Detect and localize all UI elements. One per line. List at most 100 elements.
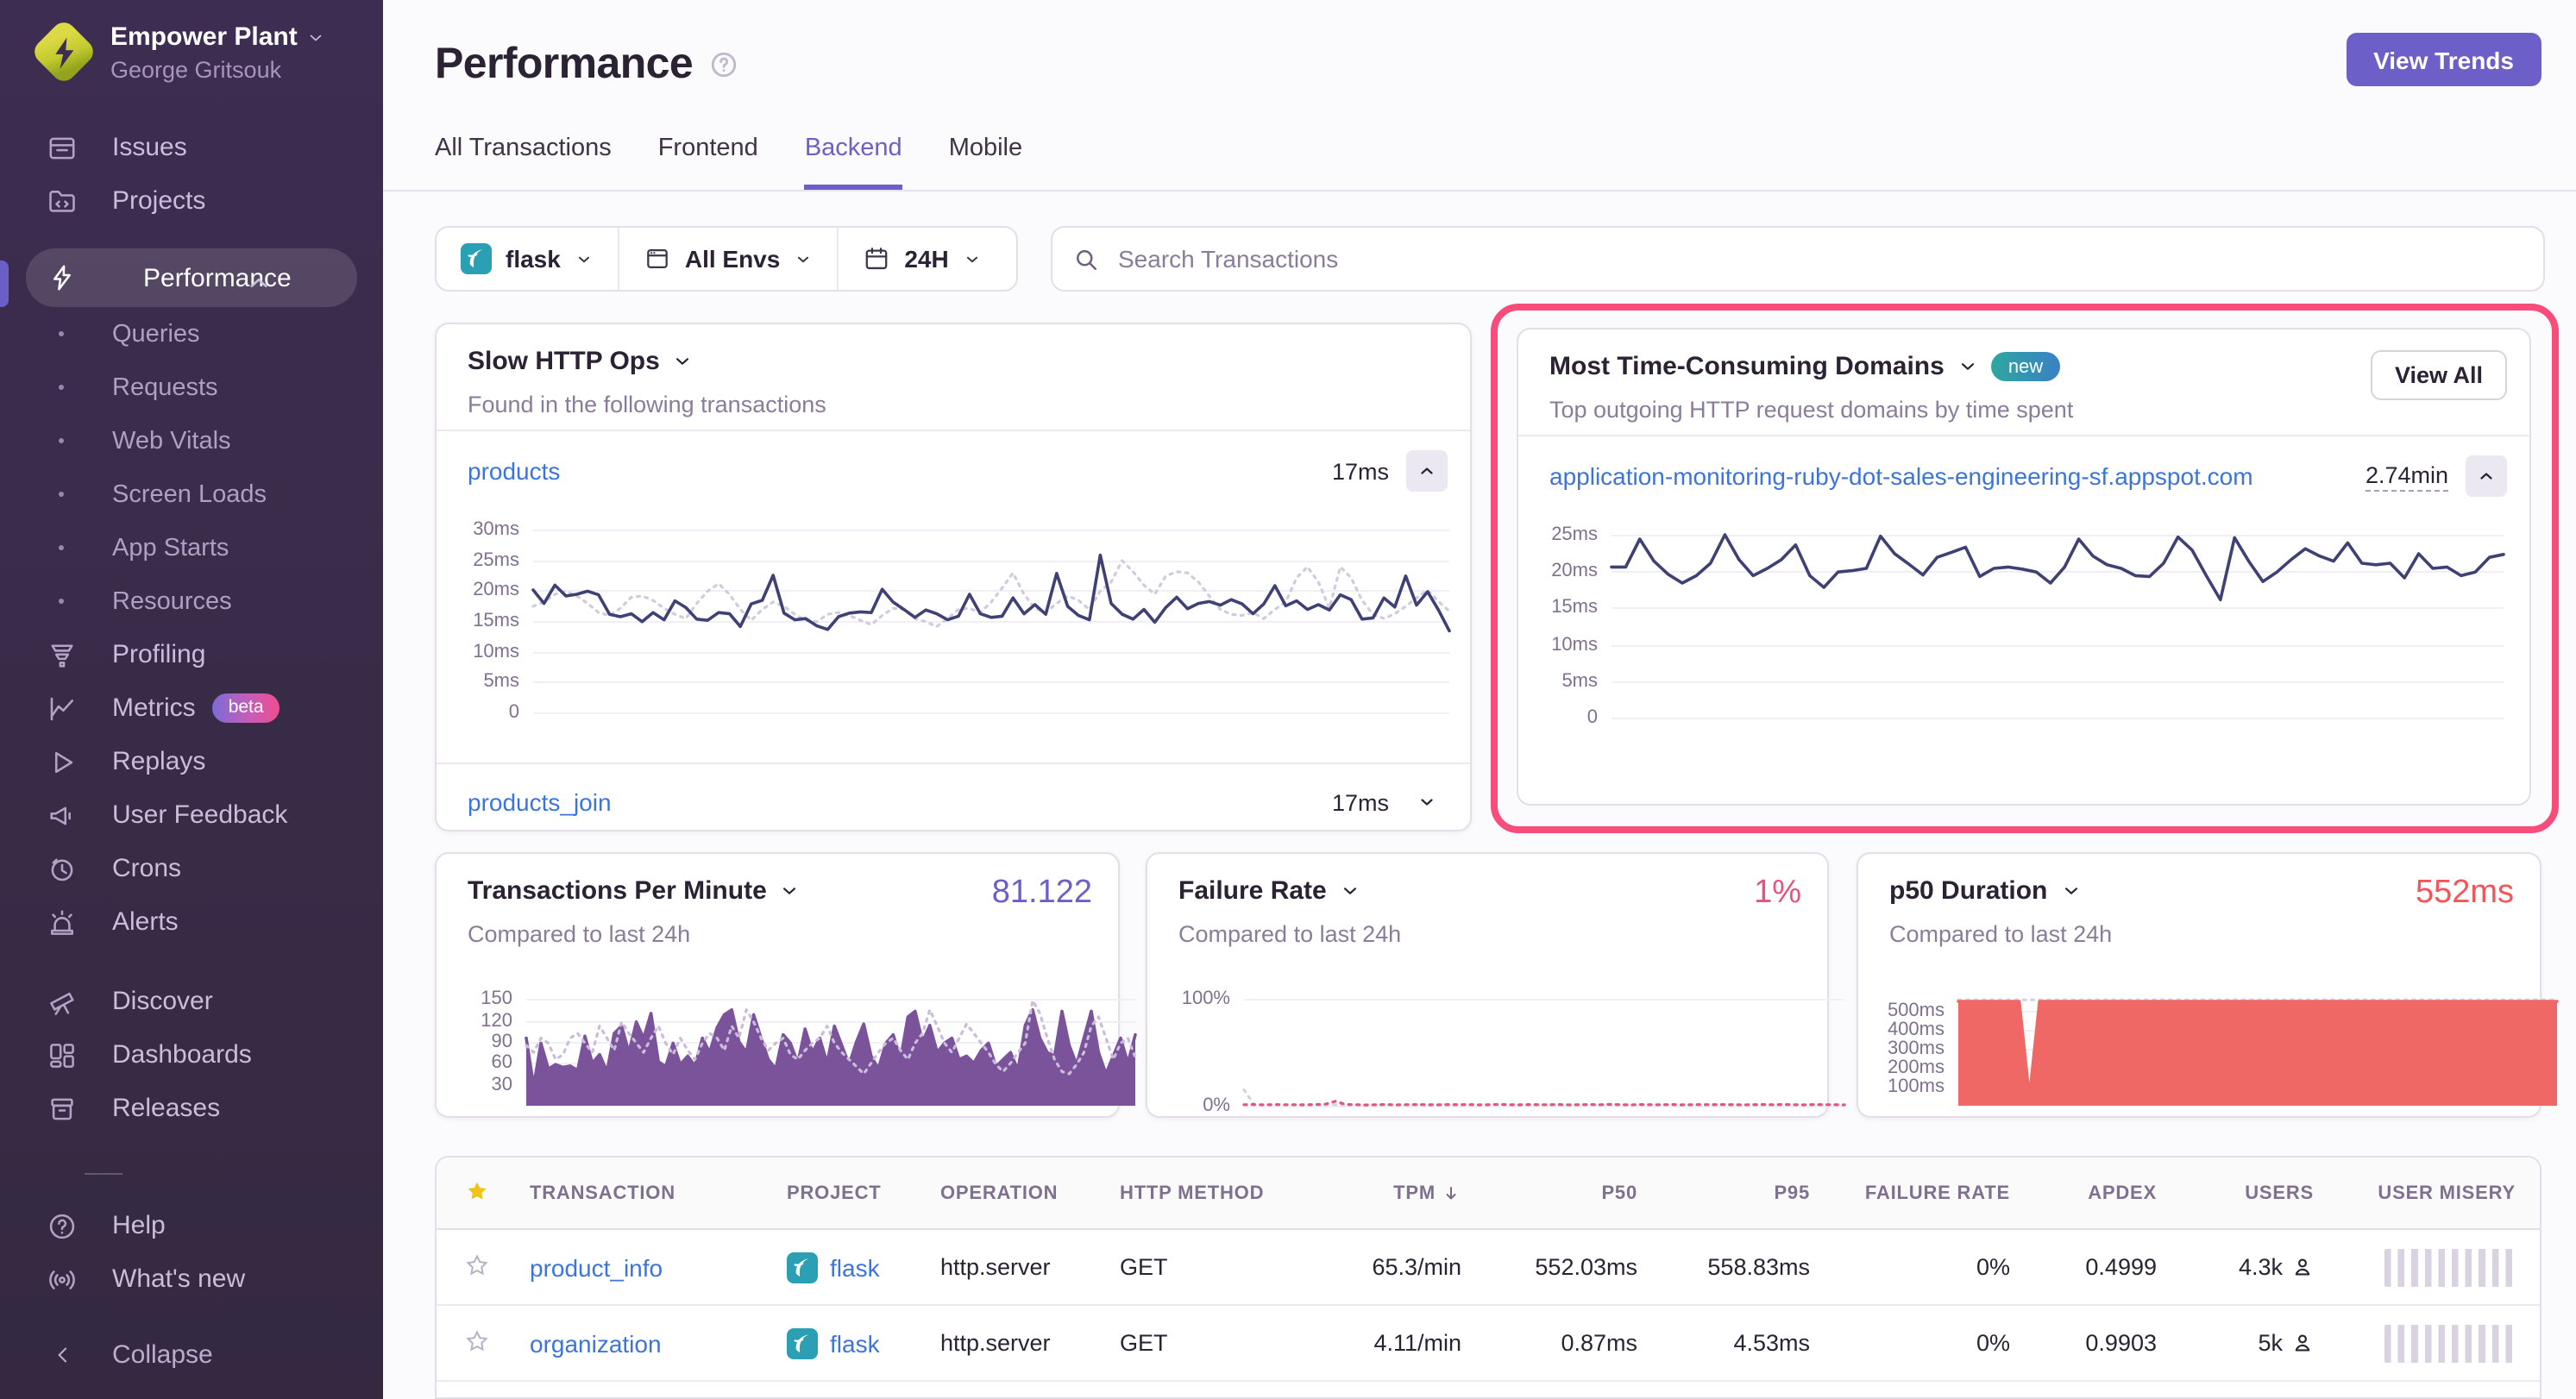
- slow-http-ops-panel: Slow HTTP Ops Found in the following tra…: [435, 323, 1472, 831]
- column-header-operation[interactable]: OPERATION: [940, 1183, 1120, 1203]
- sidebar-item-app-starts[interactable]: App Starts: [0, 521, 383, 574]
- p95-cell: 558.83ms: [1637, 1254, 1810, 1280]
- column-header-tpm[interactable]: TPM: [1313, 1183, 1461, 1203]
- sidebar-item-issues[interactable]: Issues: [0, 121, 383, 174]
- sidebar-item-help[interactable]: Help: [0, 1199, 383, 1252]
- sidebar-item-performance[interactable]: Performance: [0, 248, 383, 307]
- y-axis-tick: 400ms: [1888, 1019, 1945, 1040]
- person-icon: [2291, 1256, 2314, 1278]
- sidebar-item-alerts[interactable]: Alerts: [0, 895, 383, 949]
- star-outline-icon: [464, 1252, 490, 1277]
- apdex-cell: 0.4999: [2010, 1254, 2157, 1280]
- sidebar-item-projects[interactable]: Projects: [0, 174, 383, 228]
- column-header-star: [464, 1177, 530, 1208]
- divider: [1518, 435, 2529, 436]
- tab-frontend[interactable]: Frontend: [658, 135, 758, 190]
- transaction-link[interactable]: products_join: [468, 788, 612, 816]
- chevron-up-icon: [1417, 461, 1437, 481]
- transactions-per-minute-card: Transactions Per Minute 81.122 Compared …: [435, 852, 1120, 1118]
- sidebar-item-crons[interactable]: Crons: [0, 842, 383, 895]
- bullet-dot: [59, 385, 64, 390]
- flask-project-icon: [787, 1327, 818, 1358]
- project-filter[interactable]: flask: [437, 228, 618, 290]
- p50-title[interactable]: p50 Duration: [1889, 876, 2082, 906]
- divider: [437, 430, 1470, 431]
- sidebar-item-releases[interactable]: Releases: [0, 1082, 383, 1135]
- sidebar-collapse-button[interactable]: Collapse: [0, 1328, 383, 1382]
- sidebar-item-whats-new[interactable]: What's new: [0, 1252, 383, 1306]
- crons-icon: [47, 853, 78, 884]
- users-cell: 4.3k: [2157, 1254, 2314, 1280]
- failure-rate-value: 1%: [1754, 875, 1801, 913]
- sidebar-item-dashboards[interactable]: Dashboards: [0, 1028, 383, 1082]
- domain-link[interactable]: application-monitoring-ruby-dot-sales-en…: [1549, 462, 2253, 490]
- column-header-http-method[interactable]: HTTP METHOD: [1120, 1183, 1313, 1203]
- domains-panel-title[interactable]: Most Time-Consuming Domains new: [1549, 352, 2060, 381]
- column-header-user-misery[interactable]: USER MISERY: [2314, 1183, 2516, 1203]
- sidebar-item-user-feedback[interactable]: User Feedback: [0, 788, 383, 842]
- column-header-p50[interactable]: P50: [1461, 1183, 1637, 1203]
- person-icon: [2291, 1332, 2314, 1354]
- column-header-apdex[interactable]: APDEX: [2010, 1183, 2157, 1203]
- slow-http-ops-subtitle: Found in the following transactions: [468, 392, 826, 417]
- tab-all-transactions[interactable]: All Transactions: [435, 135, 612, 190]
- apdex-cell: 0.9903: [2010, 1330, 2157, 1356]
- y-axis-tick: 90: [492, 1032, 513, 1052]
- chevron-up-icon: [2476, 466, 2497, 486]
- sidebar-item-screen-loads[interactable]: Screen Loads: [0, 467, 383, 521]
- column-header-p95[interactable]: P95: [1637, 1183, 1810, 1203]
- help-circle-icon[interactable]: [708, 50, 738, 79]
- view-all-button[interactable]: View All: [2371, 350, 2507, 400]
- sidebar-item-queries[interactable]: Queries: [0, 307, 383, 361]
- collapse-row-button[interactable]: [2466, 455, 2507, 497]
- replays-icon: [47, 746, 78, 777]
- sidebar-item-requests[interactable]: Requests: [0, 361, 383, 414]
- environment-filter[interactable]: All Envs: [618, 228, 838, 290]
- star-toggle[interactable]: [464, 1327, 530, 1358]
- slow-http-ops-title[interactable]: Slow HTTP Ops: [468, 347, 694, 376]
- failure-rate-title[interactable]: Failure Rate: [1178, 876, 1361, 906]
- sidebar-item-replays[interactable]: Replays: [0, 735, 383, 788]
- performance-page: Empower Plant George Gritsouk IssuesProj…: [0, 0, 2576, 1399]
- discover-icon: [47, 986, 78, 1017]
- column-header-users[interactable]: USERS: [2157, 1183, 2314, 1203]
- view-trends-button[interactable]: View Trends: [2346, 33, 2541, 86]
- sidebar-item-metrics[interactable]: Metricsbeta: [0, 681, 383, 735]
- metrics-icon: [47, 693, 78, 724]
- nav-group-gap: [0, 949, 383, 975]
- org-logo-icon: [35, 22, 93, 81]
- transaction-link[interactable]: products: [468, 457, 560, 485]
- org-switcher[interactable]: Empower Plant George Gritsouk: [35, 22, 327, 83]
- column-header-transaction[interactable]: TRANSACTION: [530, 1183, 787, 1203]
- time-spent-value[interactable]: 2.74min: [2366, 461, 2448, 491]
- project-cell[interactable]: flask: [787, 1327, 940, 1358]
- tabs-divider: [383, 190, 2576, 191]
- transaction-link[interactable]: product_info: [530, 1253, 787, 1281]
- beta-badge: beta: [213, 693, 280, 723]
- user-feedback-icon: [47, 800, 78, 831]
- sidebar-item-resources[interactable]: Resources: [0, 574, 383, 628]
- y-axis-tick: 25ms: [473, 549, 519, 570]
- column-header-failure-rate[interactable]: FAILURE RATE: [1810, 1183, 2010, 1203]
- sidebar-item-web-vitals[interactable]: Web Vitals: [0, 414, 383, 467]
- tpm-title[interactable]: Transactions Per Minute: [468, 876, 801, 906]
- star-toggle[interactable]: [464, 1252, 530, 1283]
- project-cell[interactable]: flask: [787, 1252, 940, 1283]
- tab-mobile[interactable]: Mobile: [949, 135, 1022, 190]
- y-axis-tick: 15ms: [1551, 598, 1598, 618]
- org-name[interactable]: Empower Plant: [110, 22, 298, 53]
- date-range-filter[interactable]: 24H: [837, 228, 1005, 290]
- http-method-cell: GET: [1120, 1254, 1313, 1280]
- sidebar-item-discover[interactable]: Discover: [0, 975, 383, 1028]
- domains-panel-subtitle: Top outgoing HTTP request domains by tim…: [1549, 397, 2073, 423]
- star-filled-icon: [464, 1177, 490, 1203]
- column-header-project[interactable]: PROJECT: [787, 1183, 940, 1203]
- expand-row-button[interactable]: [1406, 781, 1448, 823]
- transaction-link[interactable]: organization: [530, 1329, 787, 1357]
- search-icon: [1073, 246, 1099, 272]
- sidebar-item-profiling[interactable]: Profiling: [0, 628, 383, 681]
- issues-icon: [47, 132, 78, 163]
- collapse-row-button[interactable]: [1406, 450, 1448, 492]
- search-input[interactable]: [1115, 243, 2523, 274]
- tab-backend[interactable]: Backend: [805, 135, 902, 190]
